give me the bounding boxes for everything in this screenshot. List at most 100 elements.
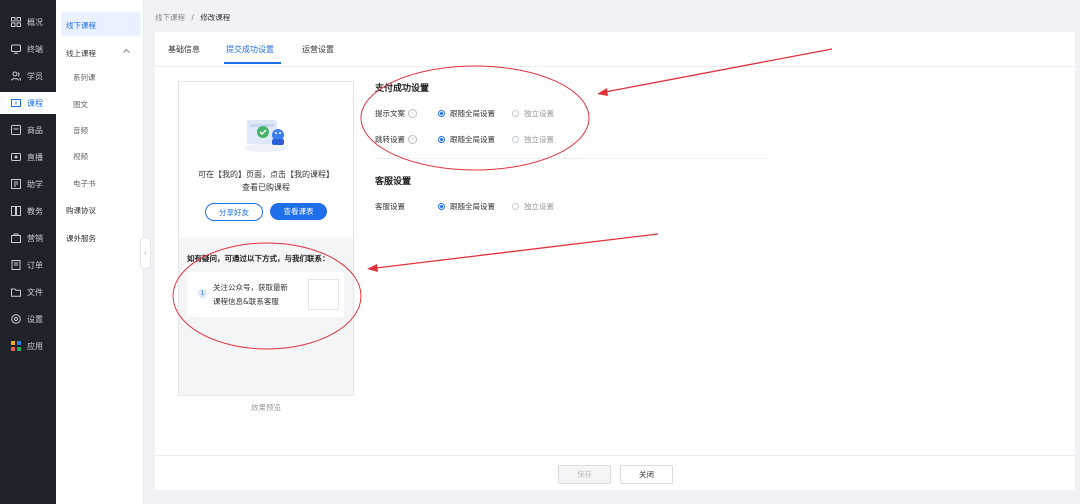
tab-bar: 基础信息 提交成功设置 运营设置	[155, 32, 1075, 67]
nav-label: 设置	[27, 314, 43, 324]
nav-label: 概况	[27, 17, 43, 27]
preview-caption: 效果预览	[251, 403, 281, 412]
nav-label: 订单	[27, 260, 43, 270]
subnav-item-audio[interactable]: 音频	[73, 125, 88, 136]
nav-item-terminal[interactable]: 终端	[0, 38, 56, 60]
radio-unchecked-icon	[512, 203, 519, 210]
contact-box: 1 关注公众号，获取最新课程信息&联系客服	[187, 272, 344, 317]
redirect-setting-label: 跳转设置 i	[375, 134, 417, 145]
redirect-setting-label-text: 跳转设置	[375, 135, 405, 144]
course-subnav: 线下课程 线上课程 系列课 图文 音频 视频 电子书 购课协议 课外服务	[56, 0, 144, 504]
share-friend-button[interactable]: 分享好友	[205, 203, 263, 221]
subnav-item-series[interactable]: 系列课	[73, 72, 96, 83]
close-button[interactable]: 关闭	[620, 465, 673, 484]
order-icon	[11, 260, 21, 270]
content-card: 基础信息 提交成功设置 运营设置 可在【我的】页面，点击【我的课程】 查看已购课…	[155, 32, 1075, 490]
nav-label: 终端	[27, 44, 43, 54]
course-icon	[11, 98, 21, 108]
save-button[interactable]: 保存	[558, 465, 611, 484]
nav-item-order[interactable]: 订单	[0, 254, 56, 276]
service-independent-radio[interactable]: 独立设置	[512, 201, 554, 212]
tab-submit-success[interactable]: 提交成功设置	[226, 44, 274, 55]
nav-item-goods[interactable]: 商品	[0, 119, 56, 141]
nav-item-settings[interactable]: 设置	[0, 308, 56, 330]
nav-label: 商品	[27, 125, 43, 135]
subnav-item-ebook[interactable]: 电子书	[73, 178, 96, 189]
subnav-item-online-course[interactable]: 线上课程	[66, 48, 96, 59]
radio-label: 跟随全局设置	[450, 109, 495, 118]
radio-label: 跟随全局设置	[450, 202, 495, 211]
section-divider	[375, 158, 768, 159]
success-message: 可在【我的】页面，点击【我的课程】 查看已购课程	[179, 168, 353, 194]
marketing-icon	[11, 233, 21, 243]
folder-icon	[11, 287, 21, 297]
radio-checked-icon	[438, 136, 445, 143]
nav-item-academic[interactable]: 教务	[0, 200, 56, 222]
effect-preview: 可在【我的】页面，点击【我的课程】 查看已购课程 分享好友 查看课表 如有疑问，…	[178, 81, 354, 396]
service-follow-global-radio[interactable]: 跟随全局设置	[438, 201, 495, 212]
nav-item-students[interactable]: 学员	[0, 65, 56, 87]
tab-basic-info[interactable]: 基础信息	[168, 44, 200, 55]
apps-icon	[11, 341, 21, 351]
chevron-up-icon[interactable]	[123, 47, 130, 55]
redirect-follow-global-radio[interactable]: 跟随全局设置	[438, 134, 495, 145]
prompt-text-label: 提示文案 i	[375, 108, 417, 119]
nav-label: 直播	[27, 152, 43, 162]
radio-label: 独立设置	[524, 202, 554, 211]
nav-label: 营销	[27, 233, 43, 243]
success-illustration-icon	[241, 112, 291, 156]
subnav-item-video[interactable]: 视频	[73, 151, 88, 162]
live-icon	[11, 152, 21, 162]
info-icon[interactable]: i	[408, 135, 417, 144]
nav-label: 文件	[27, 287, 43, 297]
nav-item-assist[interactable]: 助学	[0, 173, 56, 195]
radio-unchecked-icon	[512, 136, 519, 143]
subnav-item-offline-course[interactable]: 线下课程	[66, 20, 96, 31]
nav-item-marketing[interactable]: 营销	[0, 227, 56, 249]
nav-label: 课程	[27, 98, 43, 108]
prompt-text-independent-radio[interactable]: 独立设置	[512, 108, 554, 119]
subnav-item-purchase-agreement[interactable]: 购课协议	[66, 205, 96, 216]
breadcrumb: 线下课程 / 修改课程	[155, 12, 230, 23]
qr-code-placeholder	[308, 279, 339, 310]
customer-service-label: 客服设置	[375, 202, 405, 211]
footer-divider	[155, 455, 1075, 456]
info-icon[interactable]: i	[408, 109, 417, 118]
success-message-line2: 查看已购课程	[242, 183, 290, 192]
nav-label: 应用	[27, 341, 43, 351]
radio-unchecked-icon	[512, 110, 519, 117]
radio-label: 独立设置	[524, 109, 554, 118]
subnav-item-article[interactable]: 图文	[73, 99, 88, 110]
academic-icon	[11, 206, 21, 216]
tab-operation[interactable]: 运营设置	[302, 44, 334, 55]
main-content: 线下课程 / 修改课程 基础信息 提交成功设置 运营设置 可在【我的】页面，点击…	[143, 0, 1080, 504]
prompt-text-follow-global-radio[interactable]: 跟随全局设置	[438, 108, 495, 119]
grid-icon	[11, 17, 21, 27]
nav-item-overview[interactable]: 概况	[0, 11, 56, 33]
preview-success-panel: 可在【我的】页面，点击【我的课程】 查看已购课程 分享好友 查看课表	[179, 82, 353, 238]
step-number-badge: 1	[198, 289, 207, 298]
breadcrumb-parent[interactable]: 线下课程	[155, 13, 185, 22]
nav-item-files[interactable]: 文件	[0, 281, 56, 303]
terminal-icon	[11, 44, 21, 54]
nav-item-live[interactable]: 直播	[0, 146, 56, 168]
nav-label: 教务	[27, 206, 43, 216]
nav-item-apps[interactable]: 应用	[0, 335, 56, 357]
prompt-text-label-text: 提示文案	[375, 109, 405, 118]
payment-success-title: 支付成功设置	[375, 84, 430, 94]
goods-icon	[11, 125, 21, 135]
assist-icon	[11, 179, 21, 189]
radio-checked-icon	[438, 203, 445, 210]
main-nav: 概况 终端 学员 课程 商品 直播 助学 教务 营销 订单 文件 设置 应用	[0, 0, 56, 504]
redirect-independent-radio[interactable]: 独立设置	[512, 134, 554, 145]
breadcrumb-current: 修改课程	[200, 13, 231, 22]
radio-label: 独立设置	[524, 135, 554, 144]
radio-checked-icon	[438, 110, 445, 117]
nav-item-course[interactable]: 课程	[0, 92, 56, 114]
nav-label: 学员	[27, 71, 43, 81]
subnav-item-extra-service[interactable]: 课外服务	[66, 233, 96, 244]
settings-icon	[11, 314, 21, 324]
contact-title: 如有疑问，可通过以下方式，与我们联系：	[187, 254, 330, 263]
tab-active-indicator	[224, 62, 281, 64]
view-schedule-button[interactable]: 查看课表	[270, 203, 327, 220]
